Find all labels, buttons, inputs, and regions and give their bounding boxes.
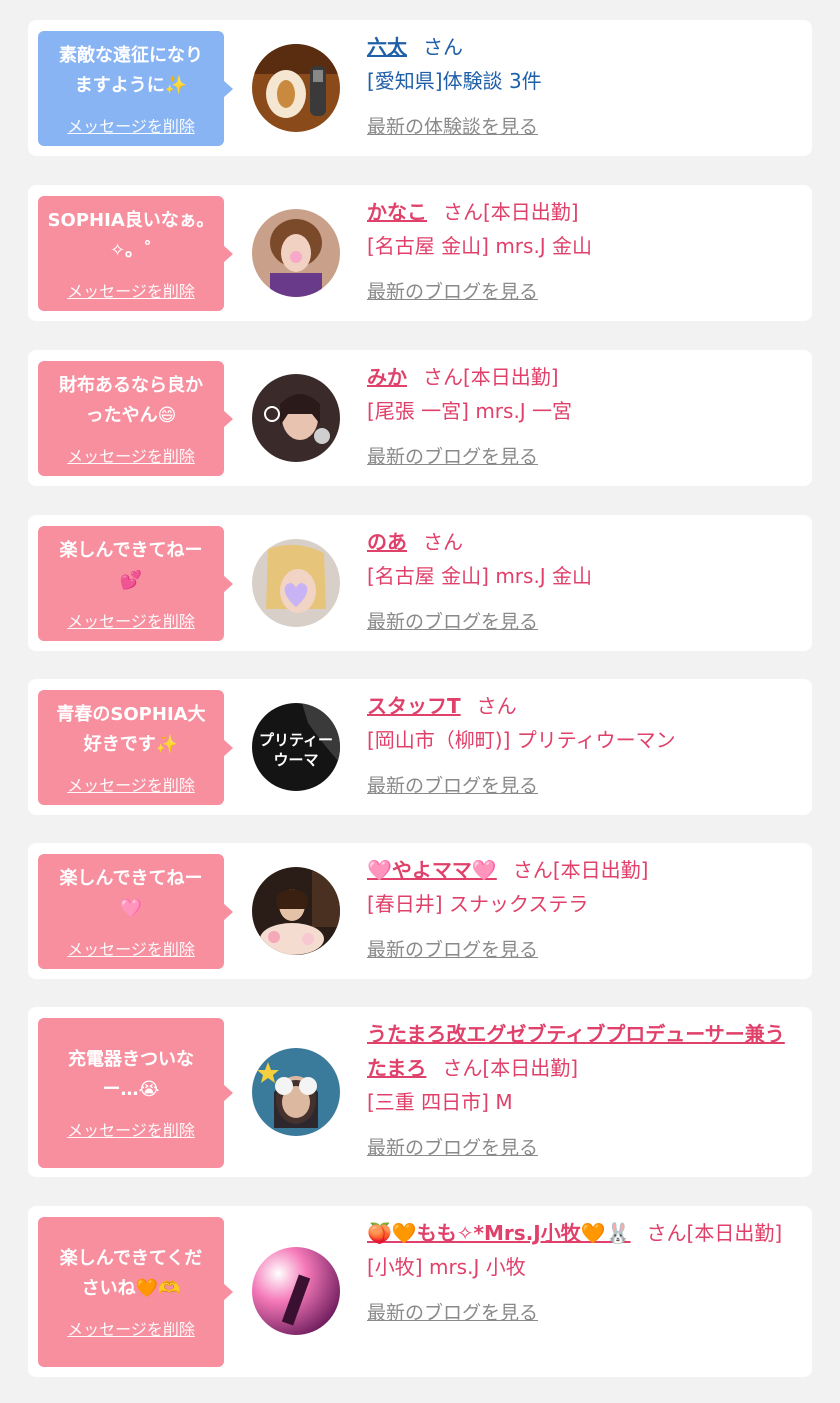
- message-text: SOPHIA良いなぁ。 ✧。˚: [47, 209, 215, 261]
- message-text: 楽しんできてくだ さいね🧡🫶: [59, 1248, 203, 1299]
- area-text: [春日井] スナックステラ: [367, 892, 589, 916]
- honorific: さん: [423, 35, 463, 59]
- entry-card: 財布あるなら良か ったやん😄 メッセージを削除 みか さん[本日出勤] [尾張 一…: [28, 350, 812, 486]
- avatar[interactable]: [252, 539, 340, 627]
- pink-light-photo-icon: [252, 1247, 340, 1335]
- message-bubble: 青春のSOPHIA大 好きです✨ メッセージを削除: [38, 690, 233, 805]
- area-text: [三重 四日市] M: [367, 1090, 513, 1114]
- latest-blog-link[interactable]: 最新のブログを見る: [367, 277, 794, 304]
- latest-blog-link[interactable]: 最新のブログを見る: [367, 771, 794, 798]
- area-text: [尾張 一宮] mrs.J 一宮: [367, 399, 573, 423]
- area-text: [名古屋 金山] mrs.J 金山: [367, 564, 593, 588]
- entry-card: SOPHIA良いなぁ。 ✧。˚ メッセージを削除 かなこ さん[本日出勤] [名古…: [28, 185, 812, 321]
- message-text: 素敵な遠征になり ますように✨: [59, 44, 203, 96]
- shop-logo-icon: プリティーウーマ: [252, 703, 340, 791]
- entry-card: 楽しんできてねー 💕 メッセージを削除 のあ さん [名古屋 金山] mrs.J …: [28, 515, 812, 651]
- status-text: [本日出勤]: [463, 365, 559, 389]
- latest-blog-link[interactable]: 最新のブログを見る: [367, 1133, 794, 1160]
- honorific: さん: [443, 200, 483, 224]
- delete-message-link[interactable]: メッセージを削除: [67, 113, 195, 137]
- entry-info: 🩷やよママ🩷 さん[本日出勤] [春日井] スナックステラ 最新のブログを見る: [367, 853, 794, 962]
- message-text: 楽しんできてねー 🩷: [59, 867, 203, 919]
- honorific: さん: [423, 530, 463, 554]
- message-text: 楽しんできてねー 💕: [59, 539, 203, 591]
- message-bubble: 楽しんできてねー 💕 メッセージを削除: [38, 526, 233, 641]
- user-name-link[interactable]: のあ: [367, 530, 407, 554]
- delete-message-link[interactable]: メッセージを削除: [67, 608, 195, 632]
- delete-message-link[interactable]: メッセージを削除: [67, 443, 195, 467]
- status-text: [本日出勤]: [483, 200, 579, 224]
- area-text: [小牧] mrs.J 小牧: [367, 1255, 526, 1279]
- area-text: [岡山市（柳町)] プリティウーマン: [367, 728, 676, 752]
- status-text: [本日出勤]: [686, 1221, 783, 1245]
- entry-info: かなこ さん[本日出勤] [名古屋 金山] mrs.J 金山 最新のブログを見る: [367, 195, 794, 304]
- sunglasses-photo-icon: [252, 1048, 340, 1136]
- message-bubble: 素敵な遠征になり ますように✨ メッセージを削除: [38, 31, 233, 146]
- entry-card: 楽しんできてくだ さいね🧡🫶 メッセージを削除 🍑🧡もも✧*Mrs.J小牧🧡🐰 さ…: [28, 1206, 812, 1377]
- message-text: 青春のSOPHIA大 好きです✨: [56, 703, 206, 755]
- delete-message-link[interactable]: メッセージを削除: [67, 278, 195, 302]
- entry-card: 充電器きついな ー…😭 メッセージを削除 うたまろ改エグゼブティブプロデューサー…: [28, 1007, 812, 1177]
- message-bubble: 充電器きついな ー…😭 メッセージを削除: [38, 1018, 233, 1168]
- user-name-link[interactable]: 🍑🧡もも✧*Mrs.J小牧🧡🐰: [367, 1221, 631, 1245]
- message-bubble: 楽しんできてねー 🩷 メッセージを削除: [38, 854, 233, 969]
- latest-blog-link[interactable]: 最新のブログを見る: [367, 935, 794, 962]
- honorific: さん: [476, 694, 517, 718]
- avatar[interactable]: [252, 867, 340, 955]
- user-name-link[interactable]: みか: [367, 365, 407, 389]
- user-name-link[interactable]: かなこ: [367, 200, 427, 224]
- selfie-photo-icon: [252, 374, 340, 462]
- user-name-link[interactable]: スタッフT: [367, 694, 461, 718]
- latest-report-link[interactable]: 最新の体験談を見る: [367, 112, 794, 139]
- entry-card: 青春のSOPHIA大 好きです✨ メッセージを削除 プリティーウーマ スタッフT…: [28, 679, 812, 815]
- entry-info: 六太 さん [愛知県]体験談 3件 最新の体験談を見る: [367, 30, 794, 139]
- delete-message-link[interactable]: メッセージを削除: [67, 1316, 195, 1340]
- delete-message-link[interactable]: メッセージを削除: [67, 772, 195, 796]
- status-text: [本日出勤]: [482, 1056, 579, 1080]
- area-text: [愛知県]体験談 3件: [367, 69, 542, 93]
- latest-blog-link[interactable]: 最新のブログを見る: [367, 1298, 794, 1325]
- food-photo-icon: [252, 44, 340, 132]
- entry-info: スタッフT さん [岡山市（柳町)] プリティウーマン 最新のブログを見る: [367, 689, 794, 798]
- woman-flowers-photo-icon: [252, 867, 340, 955]
- entry-card: 素敵な遠征になり ますように✨ メッセージを削除 六太 さん [愛知県]体験談 3…: [28, 20, 812, 156]
- message-bubble: 財布あるなら良か ったやん😄 メッセージを削除: [38, 361, 233, 476]
- heart-sticker-photo-icon: [252, 539, 340, 627]
- latest-blog-link[interactable]: 最新のブログを見る: [367, 442, 794, 469]
- avatar[interactable]: [252, 44, 340, 132]
- entry-info: のあ さん [名古屋 金山] mrs.J 金山 最新のブログを見る: [367, 525, 794, 634]
- avatar[interactable]: [252, 209, 340, 297]
- message-bubble: SOPHIA良いなぁ。 ✧。˚ メッセージを削除: [38, 196, 233, 311]
- status-text: [本日出勤]: [552, 858, 649, 882]
- latest-blog-link[interactable]: 最新のブログを見る: [367, 607, 794, 634]
- entry-info: 🍑🧡もも✧*Mrs.J小牧🧡🐰 さん[本日出勤] [小牧] mrs.J 小牧 最新…: [367, 1216, 794, 1325]
- honorific: さん: [442, 1056, 483, 1080]
- area-text: [名古屋 金山] mrs.J 金山: [367, 234, 593, 258]
- avatar[interactable]: [252, 1048, 340, 1136]
- honorific: さん: [646, 1221, 687, 1245]
- entry-card: 楽しんできてねー 🩷 メッセージを削除 🩷やよママ🩷 さん[本日出勤] [春日井]…: [28, 843, 812, 979]
- entry-info: うたまろ改エグゼブティブプロデューサー兼うたまろ さん[本日出勤] [三重 四日市…: [367, 1017, 794, 1160]
- user-name-link[interactable]: 🩷やよママ🩷: [367, 858, 497, 882]
- message-text: 充電器きついな ー…😭: [68, 1049, 194, 1100]
- entry-info: みか さん[本日出勤] [尾張 一宮] mrs.J 一宮 最新のブログを見る: [367, 360, 794, 469]
- message-text: 財布あるなら良か ったやん😄: [59, 374, 203, 426]
- avatar[interactable]: プリティーウーマ: [252, 703, 340, 791]
- user-name-link[interactable]: 六太: [367, 35, 407, 59]
- delete-message-link[interactable]: メッセージを削除: [67, 1117, 195, 1141]
- avatar[interactable]: [252, 1247, 340, 1335]
- woman-photo-icon: [252, 209, 340, 297]
- honorific: さん: [512, 858, 553, 882]
- honorific: さん: [423, 365, 463, 389]
- message-bubble: 楽しんできてくだ さいね🧡🫶 メッセージを削除: [38, 1217, 233, 1367]
- delete-message-link[interactable]: メッセージを削除: [67, 936, 195, 960]
- avatar[interactable]: [252, 374, 340, 462]
